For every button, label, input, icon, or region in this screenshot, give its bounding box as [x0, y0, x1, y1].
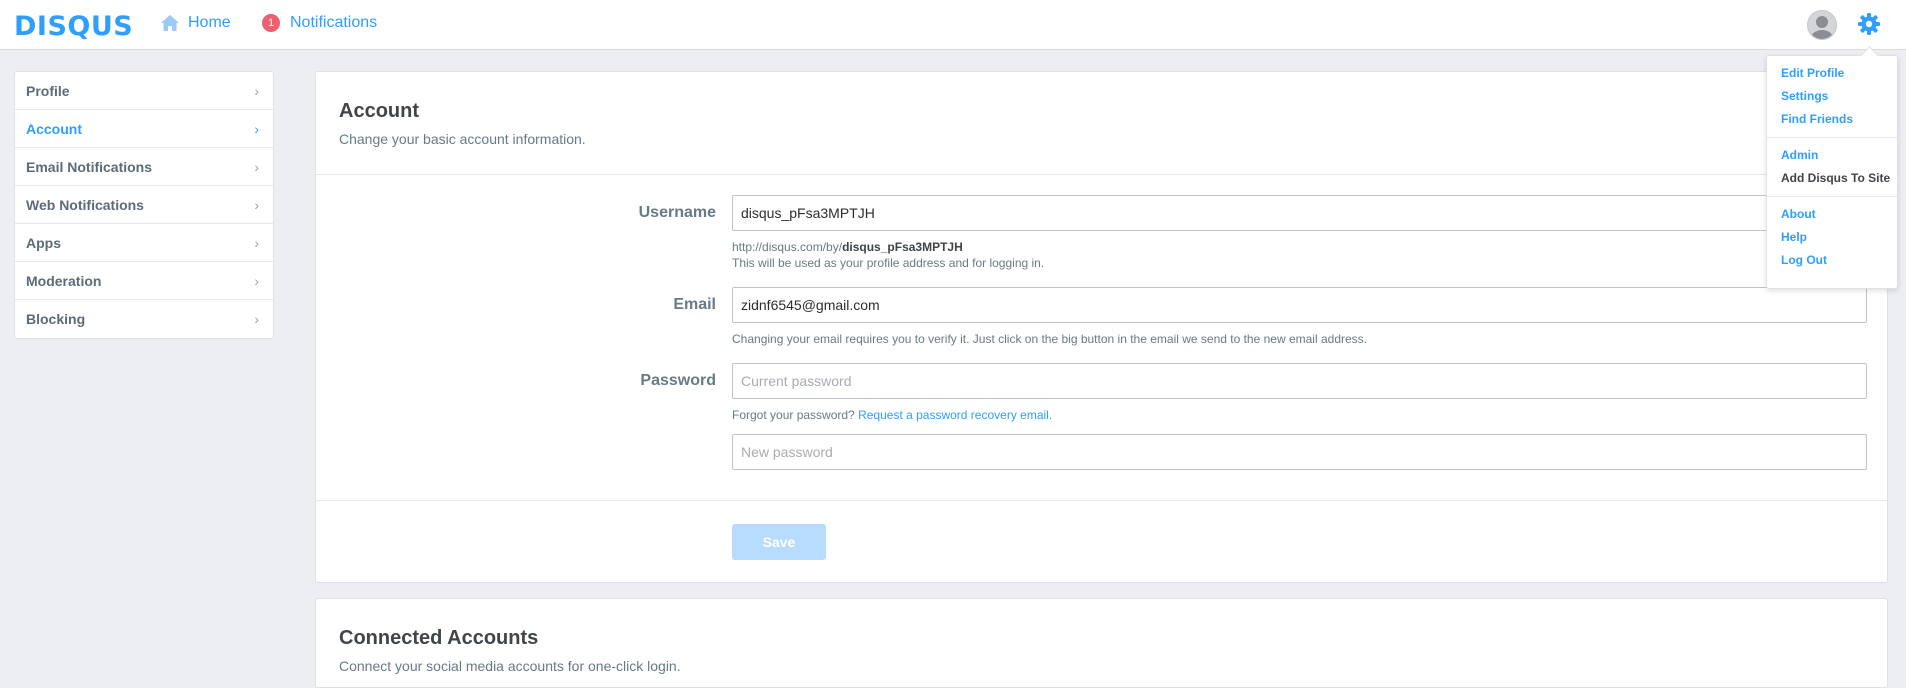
email-help-text: Changing your email requires you to veri…: [732, 332, 1367, 346]
avatar-silhouette-icon: [1811, 16, 1833, 39]
menu-item-edit-profile[interactable]: Edit Profile: [1781, 62, 1897, 85]
dropdown-group-help: About Help Log Out: [1767, 197, 1897, 278]
sidebar-item-label: Email Notifications: [26, 158, 153, 175]
sidebar-item-label: Apps: [26, 234, 61, 251]
notifications-link[interactable]: 1 Notifications: [262, 14, 377, 32]
username-label: Username: [638, 204, 716, 221]
connected-accounts-subtitle: Connect your social media accounts for o…: [339, 658, 681, 674]
sidebar-item-apps[interactable]: Apps ›: [15, 224, 273, 262]
page-title: Account: [339, 100, 419, 122]
current-password-input[interactable]: Current password: [732, 363, 1867, 399]
home-icon: [161, 15, 179, 31]
sidebar-item-moderation[interactable]: Moderation ›: [15, 262, 273, 300]
password-recovery-link[interactable]: Request a password recovery email.: [858, 408, 1052, 422]
gear-icon: [1858, 13, 1880, 35]
menu-item-settings[interactable]: Settings: [1781, 85, 1897, 108]
sidebar-item-label: Web Notifications: [26, 196, 144, 213]
dropdown-group-profile: Edit Profile Settings Find Friends: [1767, 56, 1897, 138]
menu-item-add-disqus-to-site[interactable]: Add Disqus To Site: [1781, 167, 1897, 190]
chevron-right-icon: ›: [254, 272, 259, 289]
chevron-right-icon: ›: [254, 234, 259, 251]
chevron-right-icon: ›: [254, 311, 259, 327]
sidebar-item-label: Account: [26, 120, 82, 137]
chevron-right-icon: ›: [254, 82, 259, 99]
forgot-password-text: Forgot your password? Request a password…: [732, 408, 1052, 422]
connected-accounts-card: Connected Accounts Connect your social m…: [315, 598, 1888, 688]
notification-count-badge: 1: [262, 14, 280, 32]
menu-item-help[interactable]: Help: [1781, 226, 1897, 249]
email-label: Email: [673, 296, 716, 313]
save-button[interactable]: Save: [732, 524, 826, 560]
sidebar-item-label: Profile: [26, 82, 70, 99]
notifications-label: Notifications: [290, 14, 378, 31]
menu-item-log-out[interactable]: Log Out: [1781, 249, 1897, 272]
email-input[interactable]: zidnf6545@gmail.com: [732, 287, 1867, 323]
settings-sidebar: Profile › Account › Email Notifications …: [14, 71, 274, 339]
user-avatar[interactable]: [1807, 10, 1837, 40]
profile-url-prefix: http://disqus.com/by/: [732, 240, 843, 254]
forgot-password-prompt: Forgot your password?: [732, 408, 855, 422]
chevron-right-icon: ›: [254, 158, 259, 175]
home-link[interactable]: Home: [160, 14, 231, 32]
sidebar-item-profile[interactable]: Profile ›: [15, 72, 273, 110]
password-label: Password: [640, 372, 716, 389]
profile-url-username: disqus_pFsa3MPTJH: [842, 240, 963, 254]
username-help-text: This will be used as your profile addres…: [732, 256, 1045, 270]
home-label: Home: [188, 14, 231, 31]
connected-accounts-title: Connected Accounts: [339, 627, 539, 649]
card-footer-divider: [316, 500, 1887, 501]
settings-gear-button[interactable]: [1857, 12, 1881, 41]
username-input[interactable]: disqus_pFsa3MPTJH: [732, 195, 1867, 231]
chevron-right-icon: ›: [254, 120, 259, 137]
dropdown-group-admin: Admin Add Disqus To Site: [1767, 138, 1897, 197]
account-card: Account Change your basic account inform…: [315, 71, 1888, 583]
sidebar-item-blocking[interactable]: Blocking ›: [15, 300, 273, 338]
account-card-header: Account Change your basic account inform…: [316, 72, 1887, 175]
sidebar-item-web-notifications[interactable]: Web Notifications ›: [15, 186, 273, 224]
new-password-input[interactable]: New password: [732, 434, 1867, 470]
page-subtitle: Change your basic account information.: [339, 131, 586, 147]
sidebar-item-label: Moderation: [26, 272, 102, 289]
sidebar-item-label: Blocking: [26, 311, 86, 327]
menu-item-find-friends[interactable]: Find Friends: [1781, 108, 1897, 131]
chevron-right-icon: ›: [254, 196, 259, 213]
menu-item-admin[interactable]: Admin: [1781, 144, 1897, 167]
menu-item-about[interactable]: About: [1781, 203, 1897, 226]
disqus-logo[interactable]: DISQUS: [14, 11, 133, 42]
sidebar-item-email-notifications[interactable]: Email Notifications ›: [15, 148, 273, 186]
settings-dropdown-menu: Edit Profile Settings Find Friends Admin…: [1766, 55, 1898, 289]
sidebar-item-account[interactable]: Account ›: [15, 110, 273, 148]
profile-url-text: http://disqus.com/by/disqus_pFsa3MPTJH: [732, 240, 963, 254]
top-navbar: DISQUS Home 1 Notifications: [0, 0, 1906, 50]
